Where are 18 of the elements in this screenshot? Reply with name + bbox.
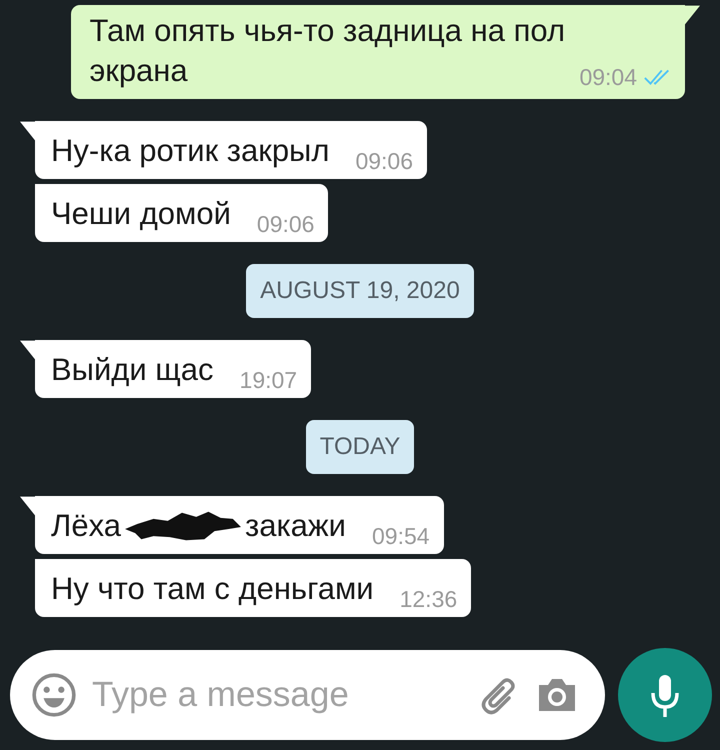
message-text: Там опять чья-то задница на пол экрана bbox=[89, 12, 566, 90]
message-text: Выйди щас bbox=[51, 351, 214, 389]
message-time: 09:54 bbox=[372, 522, 430, 550]
message-time: 12:36 bbox=[400, 585, 458, 613]
date-chip: TODAY bbox=[306, 420, 414, 474]
emoji-icon[interactable] bbox=[30, 671, 78, 719]
message-time: 19:07 bbox=[240, 366, 298, 394]
message-text: Чеши домой bbox=[51, 195, 231, 233]
message-text: закажи bbox=[244, 507, 346, 545]
message-time: 09:04 bbox=[579, 63, 637, 91]
message-time: 09:06 bbox=[256, 210, 314, 238]
message-text: Ну-ка ротик закрыл bbox=[51, 132, 330, 170]
message-text: Лёха bbox=[51, 507, 121, 545]
message-time: 09:06 bbox=[355, 147, 413, 175]
message-text: Ну что там с деньгами bbox=[51, 570, 374, 608]
message-input-field[interactable]: Type a message bbox=[10, 650, 605, 740]
message-input[interactable]: Type a message bbox=[92, 675, 465, 715]
date-chip: AUGUST 19, 2020 bbox=[246, 264, 474, 318]
